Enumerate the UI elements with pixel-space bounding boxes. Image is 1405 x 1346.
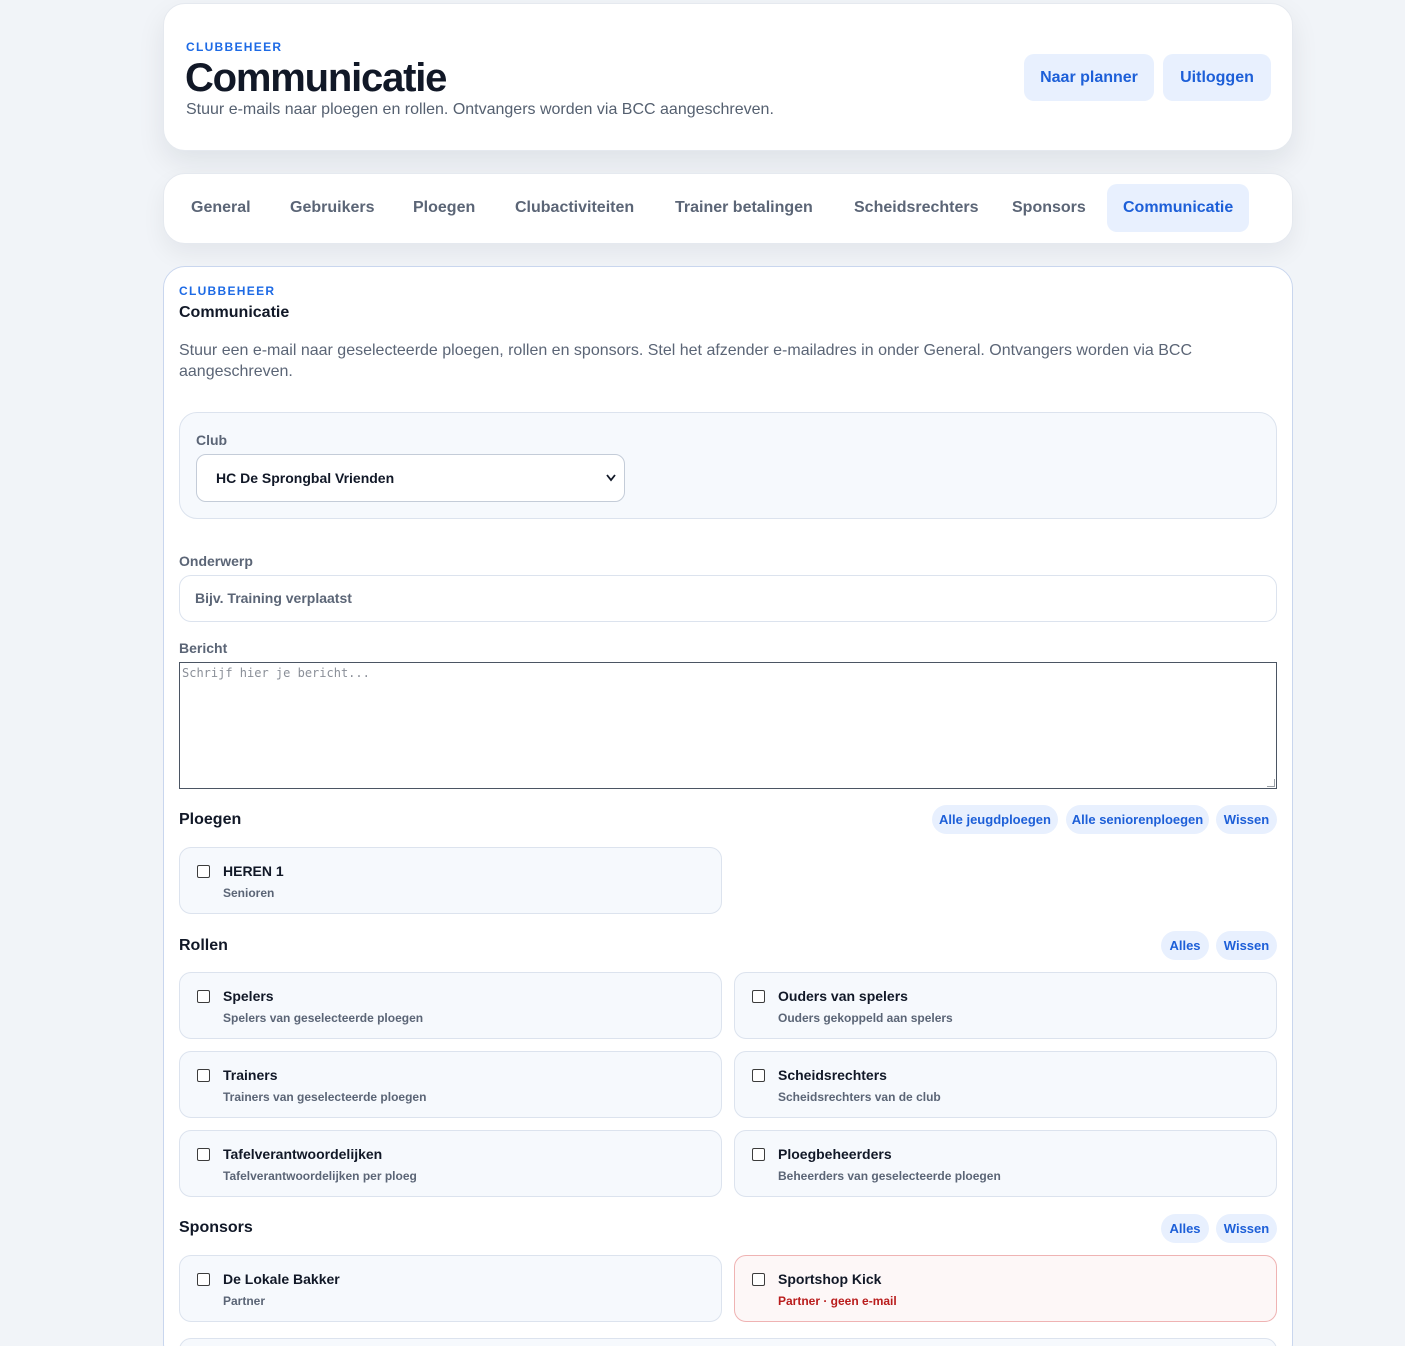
tab-trainer-betalingen[interactable]: Trainer betalingen (659, 184, 829, 232)
teams-title: Ploegen (179, 811, 242, 828)
role-name: Trainers (223, 1067, 278, 1083)
team-option-heren-1[interactable]: HEREN 1 Senioren (179, 847, 722, 914)
role-checkbox[interactable] (752, 1069, 765, 1082)
clear-teams-button[interactable]: Wissen (1216, 805, 1277, 834)
club-panel: Club HC De Sprongbal Vrienden (179, 412, 1277, 519)
tab-clubactiviteiten[interactable]: Clubactiviteiten (499, 184, 650, 232)
tab-bar: General Gebruikers Ploegen Clubactivitei… (163, 173, 1293, 244)
club-select-value: HC De Sprongbal Vrienden (216, 470, 395, 486)
section-title: Communicatie (179, 304, 290, 321)
role-checkbox[interactable] (197, 1069, 210, 1082)
logout-button[interactable]: Uitloggen (1163, 54, 1271, 101)
roles-title: Rollen (179, 937, 228, 954)
tab-general[interactable]: General (175, 184, 267, 232)
club-label: Club (196, 432, 228, 448)
clear-roles-button[interactable]: Wissen (1216, 931, 1277, 960)
chevron-down-icon (606, 455, 616, 521)
sponsor-option-sportshop-kick[interactable]: Sportshop Kick Partner · geen e-mail (734, 1255, 1277, 1322)
message-placeholder: Schrijf hier je bericht... (182, 666, 370, 680)
message-label: Bericht (179, 640, 228, 656)
select-all-roles-button[interactable]: Alles (1161, 931, 1209, 960)
page-subtitle: Stuur e-mails naar ploegen en rollen. On… (186, 101, 774, 118)
role-checkbox[interactable] (752, 990, 765, 1003)
all-youth-teams-button[interactable]: Alle jeugdploegen (932, 805, 1058, 834)
role-checkbox[interactable] (197, 1148, 210, 1161)
role-description: Spelers van geselecteerde ploegen (223, 1011, 424, 1025)
subject-placeholder: Bijv. Training verplaatst (195, 590, 352, 606)
sponsor-name: Sportshop Kick (778, 1271, 882, 1287)
club-select[interactable]: HC De Sprongbal Vrienden (196, 454, 625, 502)
role-name: Scheidsrechters (778, 1067, 887, 1083)
role-description: Ouders gekoppeld aan spelers (778, 1011, 953, 1025)
section-eyebrow: CLUBBEHEER (179, 284, 276, 298)
sponsor-checkbox[interactable] (752, 1273, 765, 1286)
role-name: Tafelverantwoordelijken (223, 1146, 383, 1162)
role-name: Ploegbeheerders (778, 1146, 892, 1162)
clear-sponsors-button[interactable]: Wissen (1216, 1214, 1277, 1243)
role-option-ploegbeheerders[interactable]: Ploegbeheerders Beheerders van geselecte… (734, 1130, 1277, 1197)
role-option-scheidsrechters[interactable]: Scheidsrechters Scheidsrechters van de c… (734, 1051, 1277, 1118)
tab-scheidsrechters[interactable]: Scheidsrechters (838, 184, 995, 232)
tab-sponsors[interactable]: Sponsors (996, 184, 1102, 232)
page-title: Communicatie (185, 56, 447, 100)
team-checkbox[interactable] (197, 865, 210, 878)
sponsor-option-de-lokale-bakker[interactable]: De Lokale Bakker Partner (179, 1255, 722, 1322)
team-category: Senioren (223, 886, 275, 900)
role-option-tafelverantwoordelijken[interactable]: Tafelverantwoordelijken Tafelverantwoord… (179, 1130, 722, 1197)
sponsors-title: Sponsors (179, 1219, 253, 1236)
select-all-sponsors-button[interactable]: Alles (1161, 1214, 1209, 1243)
message-textarea[interactable]: Schrijf hier je bericht... (179, 662, 1277, 789)
role-option-spelers[interactable]: Spelers Spelers van geselecteerde ploege… (179, 972, 722, 1039)
role-description: Scheidsrechters van de club (778, 1090, 941, 1104)
tab-gebruikers[interactable]: Gebruikers (274, 184, 390, 232)
role-description: Tafelverantwoordelijken per ploeg (223, 1169, 417, 1183)
sponsor-option-partial[interactable] (179, 1338, 1277, 1346)
communication-form-card: CLUBBEHEER Communicatie Stuur een e-mail… (163, 266, 1293, 1346)
role-name: Ouders van spelers (778, 988, 908, 1004)
role-description: Beheerders van geselecteerde ploegen (778, 1169, 1001, 1183)
tab-ploegen[interactable]: Ploegen (397, 184, 491, 232)
role-option-ouders[interactable]: Ouders van spelers Ouders gekoppeld aan … (734, 972, 1277, 1039)
role-checkbox[interactable] (197, 990, 210, 1003)
team-name: HEREN 1 (223, 863, 284, 879)
sponsor-type: Partner (223, 1294, 266, 1308)
all-senior-teams-button[interactable]: Alle seniorenploegen (1066, 805, 1209, 834)
sponsor-checkbox[interactable] (197, 1273, 210, 1286)
tab-communicatie[interactable]: Communicatie (1107, 184, 1250, 232)
resize-handle-icon[interactable] (1267, 779, 1275, 787)
role-description: Trainers van geselecteerde ploegen (223, 1090, 427, 1104)
subject-input[interactable]: Bijv. Training verplaatst (179, 575, 1277, 622)
page-header: CLUBBEHEER Communicatie Stuur e-mails na… (163, 3, 1293, 151)
role-name: Spelers (223, 988, 274, 1004)
sponsor-warning-text: Partner · geen e-mail (778, 1294, 897, 1308)
planner-button[interactable]: Naar planner (1024, 54, 1154, 101)
role-option-trainers[interactable]: Trainers Trainers van geselecteerde ploe… (179, 1051, 722, 1118)
section-description: Stuur een e-mail naar geselecteerde ploe… (179, 342, 1193, 380)
sponsor-name: De Lokale Bakker (223, 1271, 340, 1287)
subject-label: Onderwerp (179, 553, 253, 569)
header-eyebrow: CLUBBEHEER (186, 40, 283, 54)
role-checkbox[interactable] (752, 1148, 765, 1161)
